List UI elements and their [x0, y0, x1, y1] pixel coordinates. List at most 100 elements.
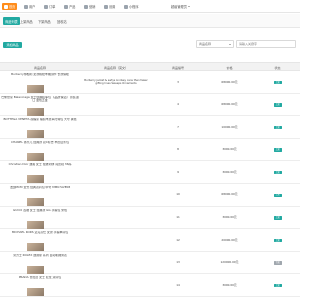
product-name-cell: PRADA 普拉达 女士 尼龙 双肩包: [0, 274, 80, 297]
product-price: 68000.00元: [221, 102, 238, 107]
tab-bar: 商品列表 上架商品 下架商品 回收站: [0, 14, 300, 28]
status-badge[interactable]: 上架: [273, 148, 282, 152]
product-code: 13: [176, 260, 180, 265]
chevron-down-icon: [187, 6, 190, 7]
home-icon: [4, 4, 8, 9]
nav-item-orders[interactable]: 订单: [44, 3, 55, 10]
tab-recycle-bin[interactable]: 回收站: [55, 17, 69, 25]
toolbar: 添加商品 商品名称: [0, 34, 300, 48]
product-price: 3000.00元: [222, 147, 237, 152]
status-badge[interactable]: 下架: [273, 261, 282, 265]
product-name-en: [80, 161, 152, 184]
table-body: Burberry博柏利 女款格纹羊绒围巾 长款保暖 Burberry jacket…: [0, 71, 300, 297]
status-cell: 上架: [255, 116, 300, 139]
product-name-en: [80, 274, 152, 297]
product-name-en: [80, 139, 152, 162]
nav-item-products[interactable]: 产品: [64, 3, 75, 10]
miniprogram-icon: [124, 4, 128, 9]
status-badge[interactable]: 上架: [273, 103, 282, 107]
status-cell: 下架: [255, 252, 300, 275]
nav-item-marketing[interactable]: 营销: [84, 3, 95, 10]
status-cell: 上架: [255, 94, 300, 117]
table-row[interactable]: CHANEL 香奈儿 经典款 双C标志 羊皮链条包 8 3000.00元 上架: [0, 139, 300, 162]
status-badge[interactable]: 上架: [273, 126, 282, 130]
status-cell: 上架: [255, 139, 300, 162]
marketing-icon: [84, 4, 88, 9]
table-row[interactable]: GUCCI 古驰 女士 经典款 GG 手提包 米色 11 3000.00元 上架: [0, 207, 300, 230]
table-row[interactable]: 劳力士 ROLEX 迪通拿 系列 自动机械男表 13 120000.00元 下架: [0, 252, 300, 275]
order-icon: [44, 4, 48, 9]
product-icon: [64, 4, 68, 9]
product-name-en: [80, 94, 152, 117]
status-badge[interactable]: 上架: [273, 239, 282, 243]
tab-unlisted[interactable]: 下架商品: [36, 17, 53, 25]
nav-item-miniprogram[interactable]: 小程序: [124, 3, 139, 10]
product-name-en: Burberry jacket & swtys Lindsey cans the…: [84, 78, 148, 86]
user-menu[interactable]: 超级管理员: [171, 3, 190, 10]
status-badge[interactable]: 上架: [273, 193, 282, 198]
product-name-cell: GUCCI 古驰 女士 经典款 GG 手提包 米色: [0, 207, 80, 230]
nav-item-home[interactable]: 首页: [2, 3, 18, 10]
product-name: 劳力士 ROLEX 迪通拿 系列 自动机械男表: [13, 253, 67, 257]
table-row[interactable]: MICHAEL KORS 迈克高仕 女款 手提单肩包 12 20000.00元 上架: [0, 229, 300, 252]
product-name-en: [80, 116, 152, 139]
search-field-select[interactable]: 商品名称: [196, 40, 234, 48]
product-thumbnail: [27, 175, 44, 184]
table-row[interactable]: BOTTEGA VENETA 葆蝶家 编织羊皮革托特包 大号 黑色 7 10000.…: [0, 116, 300, 139]
product-name: GUCCI 古驰 女士 经典款 GG 手提包 米色: [13, 208, 67, 212]
product-name-cell: CHANEL 香奈儿 经典款 双C标志 羊皮链条包: [0, 139, 80, 162]
product-name: PRADA 普拉达 女士 尼龙 双肩包: [18, 276, 62, 280]
nav-item-settings[interactable]: 设置: [104, 3, 115, 10]
product-name-cell: Burberry博柏利 女款格纹羊绒围巾 长款保暖: [0, 71, 80, 94]
table-header: 商品名称 商品名称（英文） 商品编号 价格 状态: [0, 62, 300, 71]
status-badge[interactable]: 上架: [273, 284, 282, 288]
status-badge[interactable]: 上架: [273, 171, 282, 175]
table-row[interactable]: PRADA 普拉达 女士 尼龙 双肩包 14 3000.00元 上架: [0, 274, 300, 297]
table-row[interactable]: 巴黎世家 Balenciaga 女士经典机车包 【品质保证】 原装进口 金色五金…: [0, 94, 300, 117]
tab-listed[interactable]: 上架商品: [18, 17, 35, 25]
product-code: 10: [176, 192, 180, 197]
product-name: Burberry博柏利 女款格纹羊绒围巾 长款保暖: [11, 73, 69, 76]
search-input[interactable]: [236, 40, 296, 48]
product-name-cell: BOTTEGA VENETA 葆蝶家 编织羊皮革托特包 大号 黑色: [0, 116, 80, 139]
add-product-button[interactable]: 添加商品: [3, 42, 22, 48]
product-code: 3: [177, 79, 179, 84]
table-row[interactable]: 法国MCM 女式 经典双肩包 中号 MMK7AVE08 10 68000.00元 上架: [0, 184, 300, 207]
product-name-cell: MICHAEL KORS 迈克高仕 女款 手提单肩包: [0, 229, 80, 252]
product-thumbnail: [27, 243, 44, 252]
table-row[interactable]: Christian Dior 迪奥 女士 蜜蜂刺绣 真皮鞋 36码 9 3000.0…: [0, 161, 300, 184]
product-price: 20000.00元: [221, 237, 238, 242]
table-row[interactable]: Burberry博柏利 女款格纹羊绒围巾 长款保暖 Burberry jacket…: [0, 71, 300, 94]
status-badge[interactable]: 上架: [273, 81, 282, 85]
chevron-down-icon: [229, 43, 231, 45]
product-code: 9: [177, 169, 179, 174]
product-name-en: [80, 229, 152, 252]
nav-item-users[interactable]: 用户: [24, 3, 35, 10]
product-price: 3000.00元: [222, 282, 237, 287]
product-name: 法国MCM 女式 经典双肩包 中号 MMK7AVE08: [9, 185, 71, 189]
status-cell: 上架: [255, 229, 300, 252]
product-price: 120000.00元: [220, 260, 239, 265]
product-name: BOTTEGA VENETA 葆蝶家 编织羊皮革托特包 大号 黑色: [3, 118, 77, 122]
status-badge[interactable]: 上架: [273, 216, 282, 220]
product-name-cell: 巴黎世家 Balenciaga 女士经典机车包 【品质保证】 原装进口 金色五金: [0, 94, 80, 117]
product-code: 8: [177, 147, 179, 152]
product-name: MICHAEL KORS 迈克高仕 女款 手提单肩包: [11, 231, 69, 235]
product-name-en: [80, 207, 152, 230]
product-thumbnail: [27, 197, 44, 206]
product-name-en: [80, 252, 152, 275]
product-name-cell: 法国MCM 女式 经典双肩包 中号 MMK7AVE08: [0, 184, 80, 207]
product-code: 11: [176, 215, 180, 220]
product-thumbnail: [27, 220, 44, 229]
status-cell: 上架: [255, 207, 300, 230]
product-price: 68000.00元: [221, 192, 238, 197]
product-thumbnail: [27, 265, 44, 274]
product-name-cell: 劳力士 ROLEX 迪通拿 系列 自动机械男表: [0, 252, 80, 275]
product-name: Christian Dior 迪奥 女士 蜜蜂刺绣 真皮鞋 36码: [8, 163, 72, 167]
product-code: 14: [176, 282, 180, 287]
product-thumbnail: [27, 85, 44, 93]
product-price: 3000.00元: [222, 169, 237, 174]
product-code: 7: [177, 124, 179, 129]
status-cell: 上架: [255, 274, 300, 297]
product-name: CHANEL 香奈儿 经典款 双C标志 羊皮链条包: [11, 140, 69, 144]
